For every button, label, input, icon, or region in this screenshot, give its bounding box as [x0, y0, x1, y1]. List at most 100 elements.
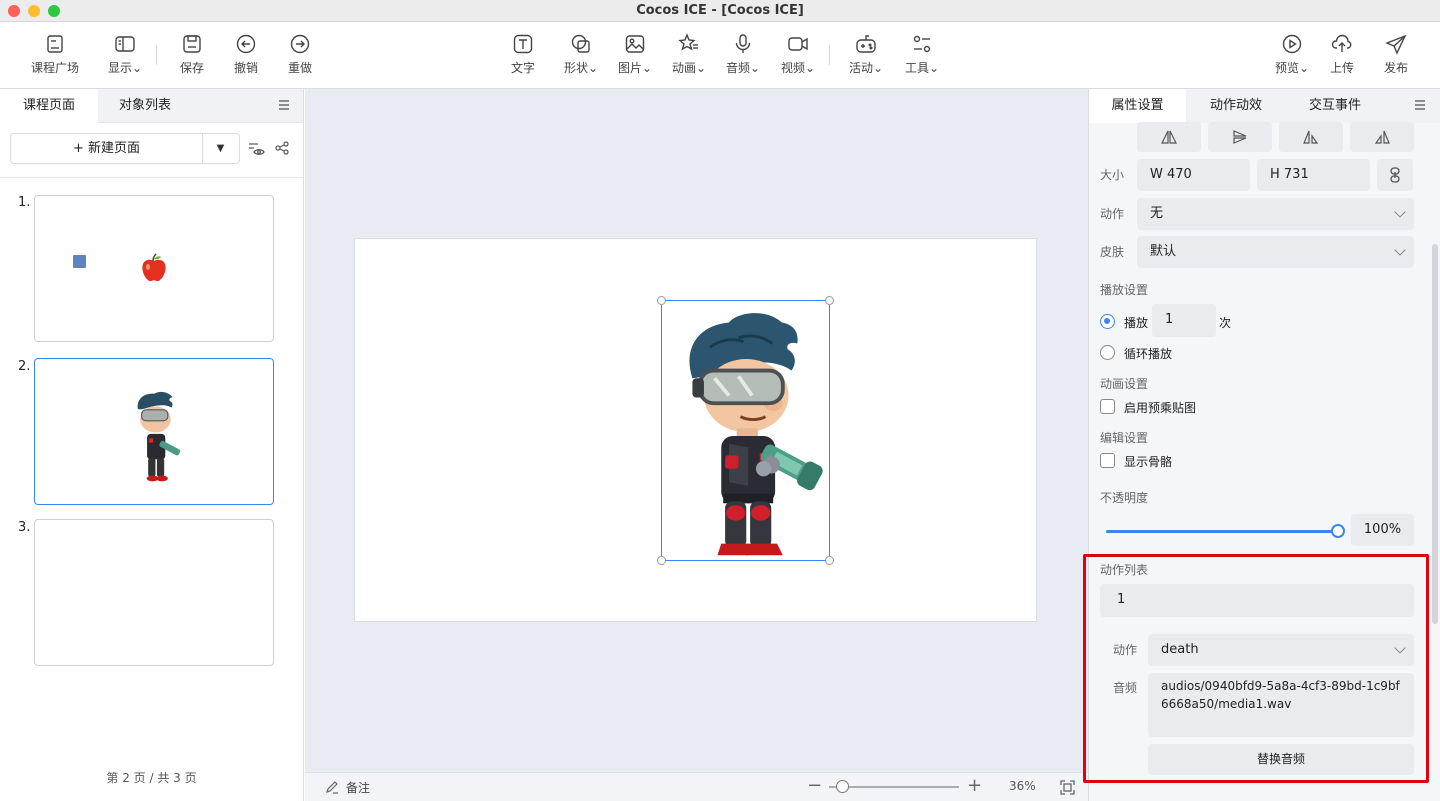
action-item-select[interactable]: death [1148, 634, 1414, 666]
chevron-down-icon: ⌄ [749, 61, 761, 75]
microphone-icon [735, 34, 751, 53]
audio-button[interactable]: 音频⌄ [715, 33, 771, 76]
action-list-item[interactable]: 1 [1100, 584, 1414, 617]
preview-button[interactable]: 预览⌄ [1264, 33, 1320, 76]
new-page-dropdown-icon[interactable]: ▼ [202, 134, 239, 163]
action-label: 动作 [1100, 207, 1125, 221]
upload-icon [1331, 34, 1352, 52]
publish-button[interactable]: 发布 [1368, 33, 1424, 76]
playback-settings-heading: 播放设置 [1100, 283, 1149, 297]
audio-path-textarea[interactable]: audios/0940bfd9-5a8a-4cf3-89bd-1c9bf6668… [1148, 673, 1414, 737]
play-label: 播放 [1124, 316, 1149, 330]
save-button[interactable]: 保存 [164, 33, 220, 76]
notes-button[interactable]: 备注 [346, 779, 370, 796]
page-thumbnail-2[interactable] [34, 358, 274, 505]
flip-horizontal-button[interactable] [1137, 122, 1201, 152]
chevron-down-icon: ⌄ [1298, 61, 1310, 75]
blue-square-shape [73, 255, 86, 268]
chevron-down-icon [1394, 206, 1406, 218]
chevron-down-icon: ⌄ [587, 61, 599, 75]
tools-button[interactable]: 工具⌄ [894, 33, 950, 76]
action-list-label: 动作列表 [1100, 563, 1149, 577]
save-icon [183, 35, 201, 53]
height-input[interactable]: H 731 [1257, 159, 1370, 191]
opacity-label: 不透明度 [1100, 491, 1149, 505]
replace-audio-button[interactable]: 替换音频 [1148, 744, 1414, 775]
tools-icon [913, 35, 931, 53]
loop-label: 循环播放 [1124, 347, 1173, 361]
properties-scrollbar[interactable] [1432, 244, 1438, 624]
shape-icon [571, 34, 590, 53]
flip-vertical-button[interactable] [1208, 122, 1272, 152]
shape-button[interactable]: 形状⌄ [553, 33, 609, 76]
page-thumbnail-1[interactable] [34, 195, 274, 342]
premultiply-checkbox[interactable] [1100, 399, 1115, 414]
character-thumbnail-image [137, 391, 181, 482]
display-button[interactable]: 显示⌄ [97, 33, 153, 76]
undo-button[interactable]: 撤销 [218, 33, 274, 76]
tab-object-list[interactable]: 对象列表 [98, 89, 192, 123]
play-radio[interactable] [1100, 314, 1115, 329]
redo-button[interactable]: 重做 [272, 33, 328, 76]
chevron-down-icon [1394, 642, 1406, 654]
opacity-slider-thumb[interactable] [1331, 524, 1345, 538]
tab-course-pages[interactable]: 课程页面 [0, 89, 98, 123]
opacity-input[interactable]: 100% [1351, 514, 1414, 546]
animation-button[interactable]: 动画⌄ [661, 33, 717, 76]
tab-interaction-events[interactable]: 交互事件 [1286, 89, 1384, 123]
redo-icon [290, 34, 310, 54]
page-thumbnail-3[interactable] [34, 519, 274, 666]
window-title: Cocos ICE - [Cocos ICE] [636, 3, 804, 18]
width-input[interactable]: W 470 [1137, 159, 1250, 191]
opacity-slider-fill [1106, 530, 1338, 533]
show-skeleton-checkbox[interactable] [1100, 453, 1115, 468]
text-button[interactable]: 文字 [495, 33, 551, 76]
skin-select[interactable]: 默认 [1137, 236, 1414, 268]
course-square-button[interactable]: 课程广场 [27, 33, 83, 76]
menu-icon[interactable] [277, 98, 291, 112]
mirror-left-button[interactable] [1279, 122, 1343, 152]
chevron-down-icon: ⌄ [131, 61, 143, 75]
tab-property-settings[interactable]: 属性设置 [1089, 89, 1186, 123]
video-button[interactable]: 视频⌄ [770, 33, 826, 76]
properties-panel: 属性设置 动作动效 交互事件 大小 W 470 H 731 动作 无 皮肤 默认… [1088, 89, 1440, 801]
resize-handle[interactable] [657, 296, 666, 305]
loop-radio[interactable] [1100, 345, 1115, 360]
text-icon [513, 34, 533, 54]
upload-button[interactable]: 上传 [1314, 33, 1370, 76]
play-count-input[interactable]: 1 [1152, 304, 1216, 337]
resize-handle[interactable] [657, 556, 666, 565]
share-icon[interactable] [275, 141, 289, 155]
activity-button[interactable]: 活动⌄ [838, 33, 894, 76]
undo-icon [236, 34, 256, 54]
toolbar-divider [829, 45, 830, 65]
opacity-slider[interactable] [1106, 530, 1338, 533]
page-number: 1. [18, 195, 31, 210]
editor-canvas[interactable] [305, 89, 1088, 772]
mirror-right-button[interactable] [1350, 122, 1414, 152]
new-page-button[interactable]: + 新建页面 [11, 134, 203, 163]
zoom-in-button[interactable]: + [967, 775, 982, 796]
action-select[interactable]: 无 [1137, 198, 1414, 230]
page-number: 2. [18, 359, 31, 374]
menu-icon[interactable] [1413, 98, 1427, 112]
zoom-out-button[interactable]: − [807, 775, 822, 796]
link-icon [1390, 167, 1400, 183]
lock-ratio-button[interactable] [1377, 159, 1413, 191]
fit-screen-icon[interactable] [1060, 780, 1075, 795]
selected-character[interactable] [657, 296, 834, 565]
image-button[interactable]: 图片⌄ [607, 33, 663, 76]
resize-handle[interactable] [825, 296, 834, 305]
visibility-filter-icon[interactable] [248, 141, 265, 157]
mirror-left-icon [1303, 130, 1319, 144]
stage-area[interactable] [354, 238, 1037, 622]
resize-handle[interactable] [825, 556, 834, 565]
zoom-slider-thumb[interactable] [836, 780, 849, 793]
animation-settings-heading: 动画设置 [1100, 377, 1149, 391]
video-icon [788, 37, 808, 51]
animation-icon [678, 33, 698, 51]
chevron-down-icon: ⌄ [872, 61, 884, 75]
chevron-down-icon: ⌄ [804, 61, 816, 75]
tab-action-effects[interactable]: 动作动效 [1187, 89, 1285, 123]
chevron-down-icon: ⌄ [695, 61, 707, 75]
